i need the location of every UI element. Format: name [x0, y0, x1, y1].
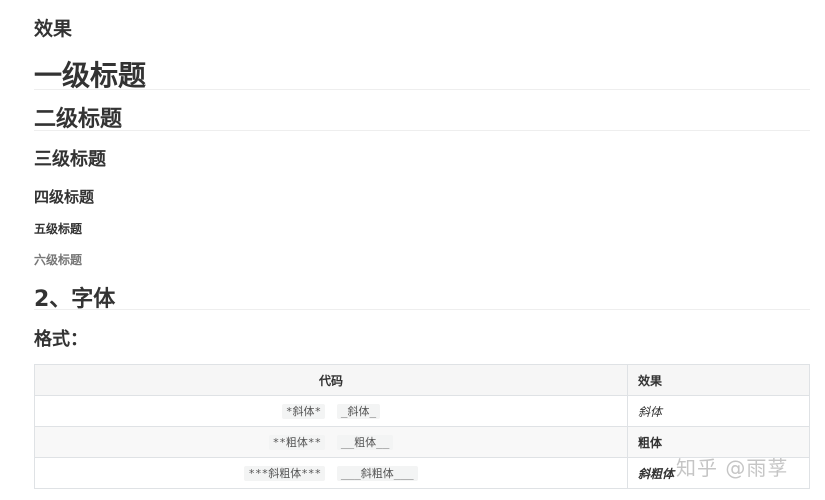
heading-level-5: 五级标题	[34, 222, 83, 236]
table-header-row: 代码 效果	[34, 364, 810, 396]
code-cell: *斜体* _斜体_	[34, 395, 628, 427]
code-cell: ***斜粗体*** ___斜粗体___	[34, 457, 628, 489]
code-snippet: *斜体*	[281, 404, 326, 419]
heading-level-2: 二级标题	[34, 101, 810, 132]
code-snippet: **粗体**	[268, 435, 326, 450]
table-row: *斜体* _斜体_ 斜体	[34, 395, 810, 427]
code-snippet: ___斜粗体___	[336, 466, 418, 481]
format-label: 格式：	[34, 329, 88, 350]
code-cell: **粗体** __粗体__	[34, 426, 628, 458]
code-snippet: _斜体_	[336, 404, 381, 419]
heading-level-4: 四级标题	[34, 188, 95, 206]
section-font-heading: 2、字体	[34, 281, 810, 312]
column-header-effect: 效果	[627, 364, 810, 396]
heading-level-1: 一级标题	[34, 54, 810, 92]
effect-heading: 效果	[34, 18, 73, 40]
heading-level-3: 三级标题	[34, 149, 106, 170]
zhihu-watermark: 知乎 @雨莩	[676, 456, 789, 480]
effect-cell: 斜体	[627, 395, 810, 427]
heading-level-6: 六级标题	[34, 253, 83, 267]
code-snippet: ***斜粗体***	[244, 466, 326, 481]
column-header-code: 代码	[34, 364, 628, 396]
code-snippet: __粗体__	[336, 435, 394, 450]
